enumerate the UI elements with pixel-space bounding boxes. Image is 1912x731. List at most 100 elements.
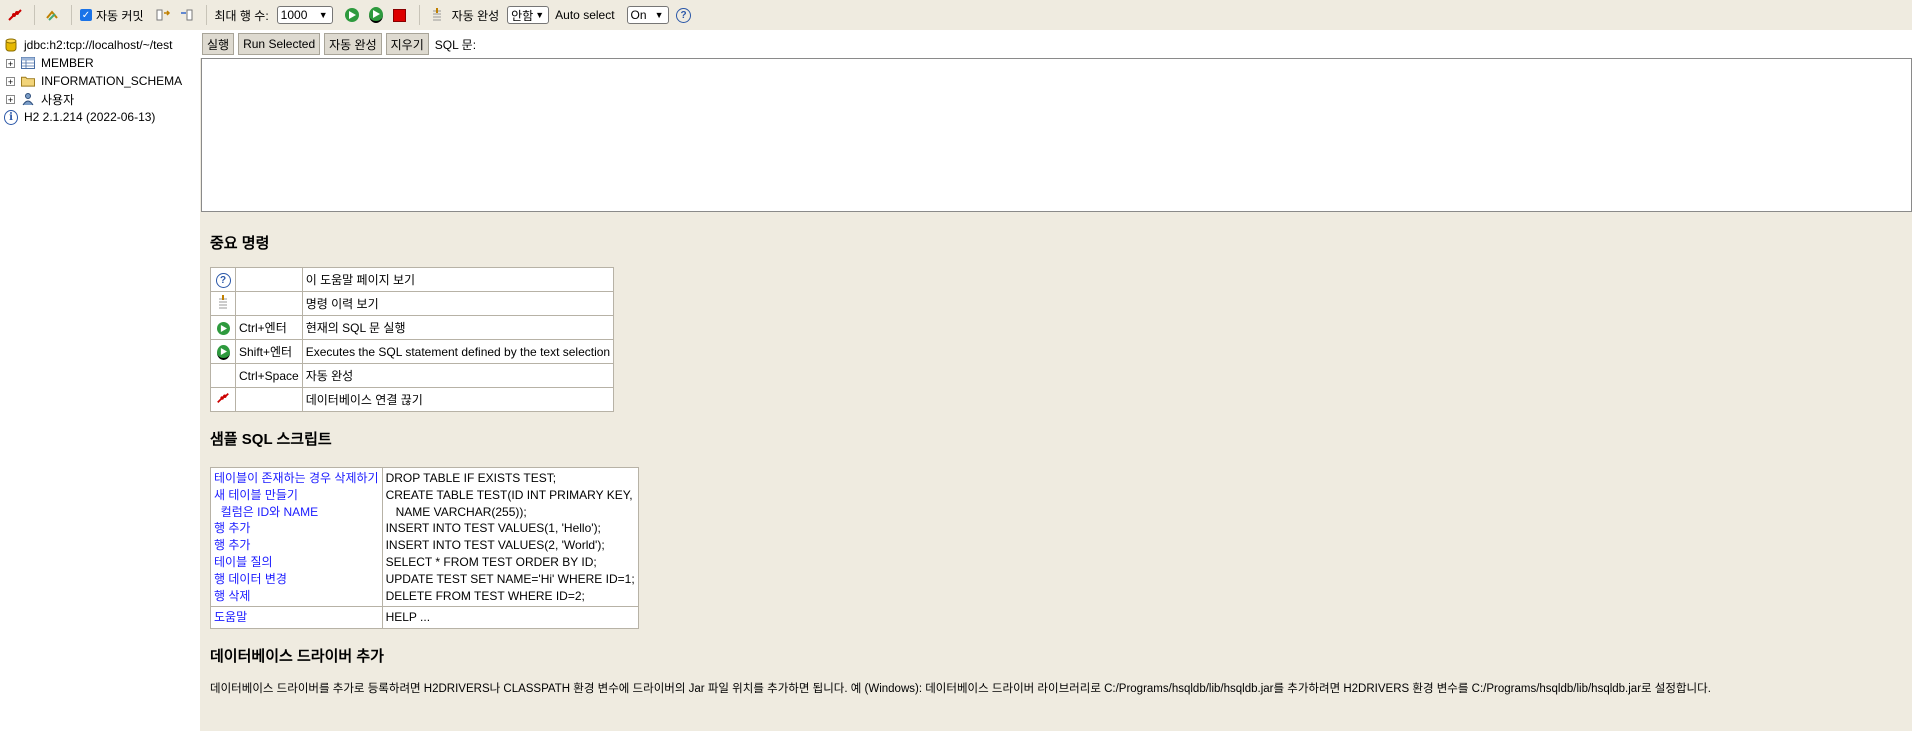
object-tree: jdbc:h2:tcp://localhost/~/test + MEMBER …	[0, 30, 200, 731]
help-link[interactable]: 도움말	[210, 606, 383, 630]
sql-line: SELECT * FROM TEST ORDER BY ID;	[385, 554, 597, 569]
command-desc: 현재의 SQL 문 실행	[301, 315, 615, 340]
run-selected-button[interactable]: Run Selected	[238, 33, 321, 55]
history-icon[interactable]	[428, 6, 446, 24]
maxrows-select[interactable]: 1000 ▼	[276, 6, 333, 24]
help-pane: 중요 명령 ? 이 도움말 페이지 보기 명령 이력 보기 Ctrl+엔터 현재…	[210, 222, 1900, 696]
command-key: Ctrl+엔터	[235, 315, 303, 340]
expand-icon[interactable]: +	[6, 76, 15, 86]
autoselect-select[interactable]: On ▼	[626, 6, 669, 24]
run-button[interactable]: 실행	[202, 33, 235, 55]
run-icon	[210, 315, 236, 340]
autocomplete-button[interactable]: 자동 완성	[324, 33, 382, 55]
sample-link[interactable]: 컬럼은 ID와 NAME	[214, 504, 379, 521]
empty-cell	[210, 363, 236, 388]
run-selected-icon[interactable]	[367, 6, 385, 24]
command-key: Ctrl+Space	[235, 363, 303, 388]
expand-icon[interactable]: +	[6, 94, 15, 104]
autocomplete-select[interactable]: 안함 ▼	[507, 6, 550, 24]
tree-item-member[interactable]: + MEMBER	[4, 54, 200, 72]
sample-sql: DROP TABLE IF EXISTS TEST; CREATE TABLE …	[381, 466, 639, 608]
command-desc: 자동 완성	[301, 363, 615, 388]
sample-link[interactable]: 테이블이 존재하는 경우 삭제하기	[214, 470, 379, 487]
help-sql: HELP ...	[381, 606, 639, 630]
maxrows-value: 1000	[280, 8, 308, 22]
autocommit-toggle[interactable]: ✓ 자동 커밋	[80, 7, 144, 24]
sql-line: NAME VARCHAR(255));	[385, 504, 527, 519]
commit-icon[interactable]	[178, 6, 196, 24]
chevron-down-icon: ▼	[535, 10, 545, 20]
table-row: Ctrl+Space 자동 완성	[210, 363, 615, 388]
important-commands-title: 중요 명령	[210, 235, 270, 252]
sql-line: INSERT INTO TEST VALUES(1, 'Hello');	[385, 521, 601, 536]
sample-link[interactable]: 테이블 질의	[214, 554, 379, 571]
sql-line: UPDATE TEST SET NAME='Hi' WHERE ID=1;	[385, 571, 635, 586]
connection-label: jdbc:h2:tcp://localhost/~/test	[24, 38, 173, 52]
sql-editor[interactable]	[201, 58, 1912, 212]
autocomplete-label: 자동 완성	[451, 8, 500, 23]
sample-link[interactable]: 행 삭제	[214, 588, 379, 605]
command-desc: Executes the SQL statement defined by th…	[301, 339, 615, 364]
table-icon	[21, 56, 35, 70]
help-icon: ?	[210, 267, 236, 292]
sample-labels: 테이블이 존재하는 경우 삭제하기 새 테이블 만들기 컬럼은 ID와 NAME…	[210, 466, 383, 608]
autocomplete-value: 안함	[511, 8, 534, 23]
stop-icon[interactable]	[391, 6, 409, 24]
disconnect-icon[interactable]	[6, 6, 24, 24]
toolbar-separator	[34, 5, 35, 25]
command-desc: 데이터베이스 연결 끊기	[301, 387, 615, 412]
database-icon	[4, 38, 18, 52]
table-row: Ctrl+엔터 현재의 SQL 문 실행	[210, 315, 615, 340]
command-key	[235, 387, 303, 412]
sql-line: CREATE TABLE TEST(ID INT PRIMARY KEY,	[385, 487, 633, 502]
tree-item-label: INFORMATION_SCHEMA	[41, 74, 183, 88]
command-key: Shift+엔터	[235, 339, 303, 364]
command-desc: 명령 이력 보기	[301, 291, 615, 316]
table-row: 테이블이 존재하는 경우 삭제하기 새 테이블 만들기 컬럼은 ID와 NAME…	[210, 466, 639, 608]
run-selected-icon	[210, 339, 236, 364]
rollback-icon[interactable]	[154, 6, 172, 24]
sql-label: SQL 문:	[434, 37, 477, 52]
tree-item-information-schema[interactable]: + INFORMATION_SCHEMA	[4, 72, 200, 90]
sql-line: INSERT INTO TEST VALUES(2, 'World');	[385, 538, 605, 553]
history-icon	[210, 291, 236, 316]
autocommit-label: 자동 커밋	[96, 8, 144, 23]
commands-table: ? 이 도움말 페이지 보기 명령 이력 보기 Ctrl+엔터 현재의 SQL …	[210, 267, 615, 412]
sample-link[interactable]: 행 추가	[214, 520, 379, 537]
help-icon[interactable]: ?	[675, 6, 693, 24]
command-key	[235, 291, 303, 316]
table-row: Shift+엔터 Executes the SQL statement defi…	[210, 339, 615, 364]
tree-item-users[interactable]: + 사용자	[4, 90, 200, 108]
tree-item-label: 사용자	[41, 92, 75, 107]
sample-link[interactable]: 새 테이블 만들기	[214, 487, 379, 504]
toolbar: ✓ 자동 커밋 최대 행 수: 1000 ▼ 자동 완성 안함 ▼ Auto sel…	[0, 0, 1912, 30]
query-toolbar: 실행 Run Selected 자동 완성 지우기 SQL 문:	[200, 30, 1912, 58]
autocommit-checkbox[interactable]: ✓	[80, 9, 92, 21]
autoselect-label: Auto select	[555, 8, 615, 22]
command-desc: 이 도움말 페이지 보기	[301, 267, 615, 292]
toolbar-separator	[418, 5, 420, 25]
chevron-down-icon: ▼	[318, 10, 328, 20]
clear-button[interactable]: 지우기	[385, 33, 429, 55]
tree-item-label: MEMBER	[41, 56, 94, 70]
autoselect-value: On	[630, 8, 647, 22]
tree-version: i H2 2.1.214 (2022-06-13)	[4, 108, 200, 126]
sample-link[interactable]: 행 추가	[214, 537, 379, 554]
folder-icon	[21, 74, 35, 88]
tree-connection[interactable]: jdbc:h2:tcp://localhost/~/test	[4, 36, 200, 54]
version-label: H2 2.1.214 (2022-06-13)	[24, 110, 156, 124]
sample-table: 테이블이 존재하는 경우 삭제하기 새 테이블 만들기 컬럼은 ID와 NAME…	[210, 466, 639, 630]
toolbar-separator	[71, 5, 72, 25]
driver-description: 데이터베이스 드라이버를 추가로 등록하려면 H2DRIVERS나 CLASSP…	[210, 683, 1711, 696]
maxrows-label: 최대 행 수:	[214, 8, 269, 23]
chevron-down-icon: ▼	[654, 10, 664, 20]
run-icon[interactable]	[343, 6, 361, 24]
toolbar-separator	[205, 5, 207, 25]
table-row: 도움말 HELP ...	[210, 606, 639, 630]
help-link-label[interactable]: 도움말	[214, 610, 247, 624]
sample-link[interactable]: 행 데이터 변경	[214, 571, 379, 588]
info-icon: i	[4, 109, 18, 125]
refresh-icon[interactable]	[43, 6, 61, 24]
sample-script-title: 샘플 SQL 스크립트	[210, 431, 332, 448]
expand-icon[interactable]: +	[6, 58, 15, 68]
